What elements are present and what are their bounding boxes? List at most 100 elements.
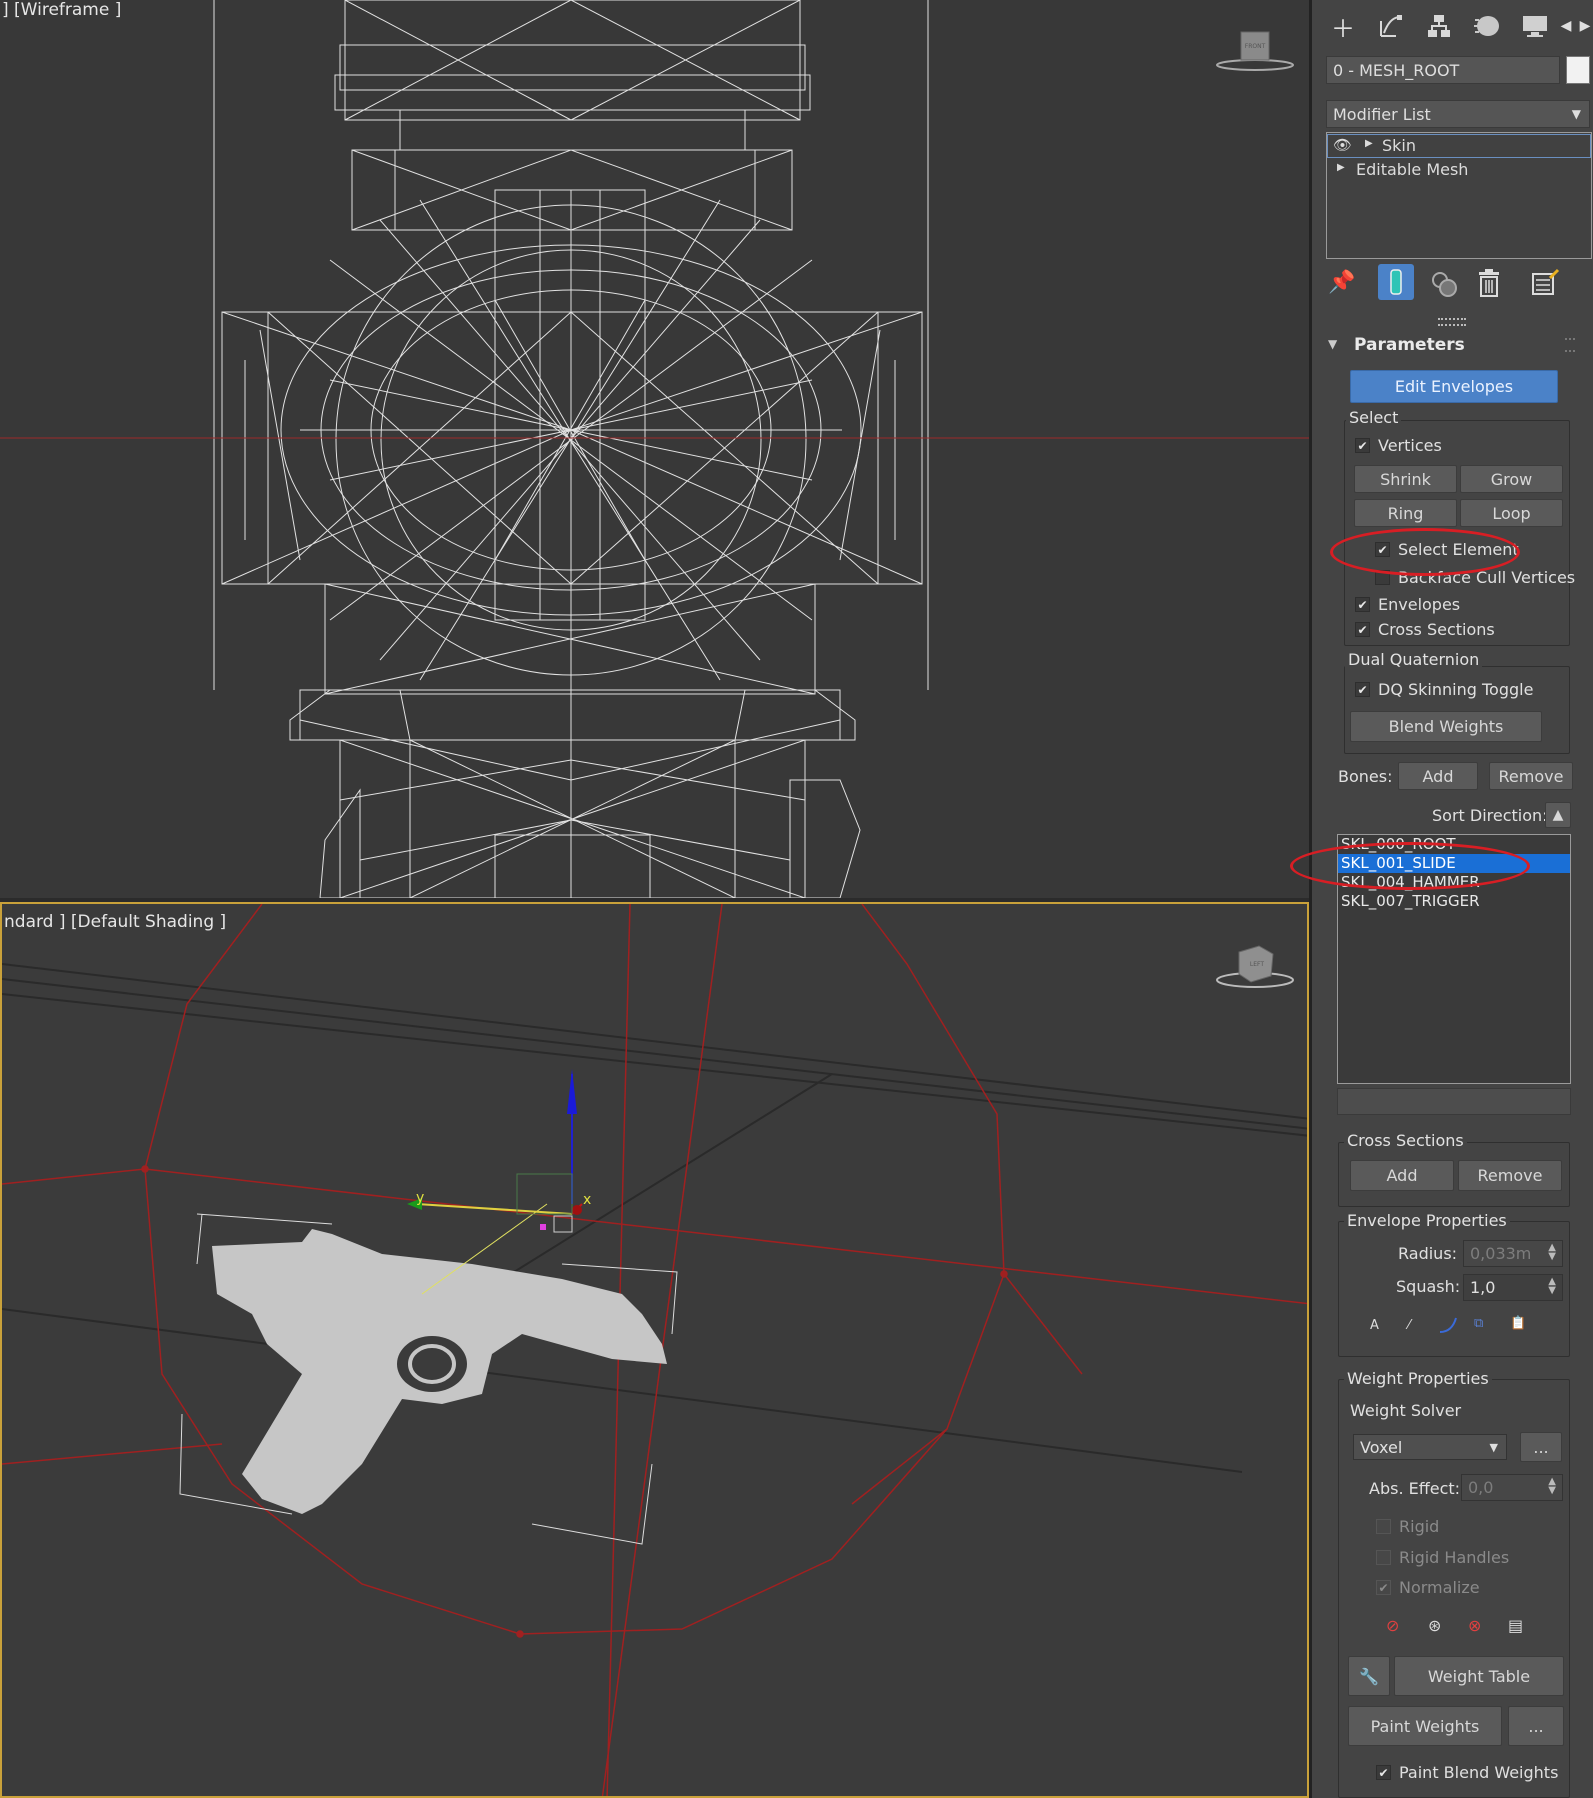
checkbox-box[interactable]: ✔ [1376,1765,1391,1780]
pin-stack-icon[interactable]: 📌 [1328,270,1355,295]
eye-icon[interactable]: 👁 [1333,136,1352,154]
panel-resize-handle[interactable] [1438,318,1466,326]
exclude-verts-icon[interactable]: ⊘ [1386,1616,1399,1635]
abs-effect-spinner[interactable]: 0,0 ▲ ▼ [1461,1474,1563,1501]
object-name-field[interactable]: 0 - MESH_ROOT [1326,56,1560,84]
checkbox-box[interactable]: ✔ [1355,682,1370,697]
copy-envelope-icon[interactable]: ⧉ [1474,1316,1483,1331]
expand-arrow-icon[interactable]: ▶ [1365,138,1373,149]
weight-solver-dropdown[interactable]: Voxel ▼ [1353,1434,1507,1460]
show-end-result-icon[interactable] [1378,264,1414,300]
grow-button[interactable]: Grow [1460,465,1563,493]
hierarchy-icon[interactable] [1422,10,1456,42]
checkbox-box[interactable]: ✔ [1376,1580,1391,1595]
perspective-scene: y x [2,904,1307,1796]
viewport-label-perspective[interactable]: ndard ] [Default Shading ] [4,912,226,932]
normalize-label: Normalize [1399,1578,1480,1597]
paint-blend-weights-checkbox[interactable]: ✔ Paint Blend Weights [1376,1763,1558,1782]
rigid-checkbox[interactable]: Rigid [1376,1517,1439,1536]
checkbox-box[interactable]: ✔ [1355,438,1370,453]
cross-sections-checkbox[interactable]: ✔ Cross Sections [1355,620,1495,639]
annotation-circle [1290,842,1530,890]
weight-tool-button[interactable]: 🔧 [1348,1656,1390,1696]
checkbox-box[interactable] [1376,1550,1391,1565]
object-color-swatch[interactable] [1566,56,1590,84]
top-viewport[interactable]: ] [Wireframe ] FRONT [0,0,1309,898]
dq-skinning-toggle-label: DQ Skinning Toggle [1378,680,1534,699]
modifier-list-label: Modifier List [1333,104,1431,124]
remove-modifier-icon[interactable] [1476,268,1502,302]
modifier-stack-item-skin[interactable]: 👁 ▶ Skin [1327,134,1591,158]
sort-direction-label: Sort Direction: [1432,806,1548,825]
modifier-stack-item-editable-mesh[interactable]: ▶ Editable Mesh [1327,159,1591,183]
loop-button[interactable]: Loop [1460,499,1563,527]
wireframe-mesh [0,0,1309,898]
weight-table-button[interactable]: Weight Table [1394,1656,1564,1696]
modifier-list-dropdown[interactable]: Modifier List ▼ [1326,100,1590,128]
spinner-arrows-icon[interactable]: ▲ ▼ [1548,1243,1556,1262]
spinner-arrows-icon[interactable]: ▲ ▼ [1548,1477,1556,1496]
abs-effect-label: Abs. Effect: [1369,1479,1461,1498]
display-icon[interactable] [1518,10,1552,42]
abs-effect-value: 0,0 [1468,1478,1494,1497]
perspective-viewport[interactable]: y x ndard ] [Default Shading ] LEFT [0,902,1309,1798]
paste-envelope-icon[interactable]: 📋 [1510,1316,1526,1331]
edit-envelopes-button[interactable]: Edit Envelopes [1350,370,1558,403]
envelope-visible-icon[interactable]: ⁄ [1408,1318,1410,1333]
viewport-label-top[interactable]: ] [Wireframe ] [2,0,121,20]
remove-cross-section-button[interactable]: Remove [1458,1160,1562,1191]
radius-value: 0,033m [1470,1244,1532,1263]
envelopes-label: Envelopes [1378,595,1461,614]
rollout-collapse-icon[interactable]: ▼ [1328,337,1337,351]
ring-button[interactable]: Ring [1354,499,1457,527]
checkbox-box[interactable] [1376,1519,1391,1534]
dq-skinning-toggle-checkbox[interactable]: ✔ DQ Skinning Toggle [1355,680,1533,699]
envelopes-checkbox[interactable]: ✔ Envelopes [1355,595,1460,614]
viewcube-label: LEFT [1250,961,1264,968]
squash-spinner[interactable]: 1,0 ▲ ▼ [1463,1274,1563,1301]
paint-options-button[interactable]: ... [1508,1706,1564,1746]
arrow-right-icon[interactable]: ▶ [1575,10,1593,42]
weight-solver-options-button[interactable]: ... [1520,1432,1562,1462]
radius-spinner[interactable]: 0,033m ▲ ▼ [1463,1240,1563,1267]
rollout-drag-handle[interactable] [1565,338,1575,352]
make-unique-icon[interactable] [1430,270,1460,302]
motion-icon[interactable] [1470,10,1504,42]
remove-bone-button[interactable]: Remove [1489,762,1573,790]
modifier-name: Editable Mesh [1356,160,1469,179]
expand-arrow-icon[interactable]: ▶ [1337,162,1345,173]
vertices-checkbox[interactable]: ✔ Vertices [1355,436,1442,455]
viewcube-icon[interactable]: FRONT [1215,28,1295,77]
add-bone-button[interactable]: Add [1398,762,1478,790]
checkbox-box[interactable]: ✔ [1355,622,1370,637]
gizmo-y-label: y [416,1190,424,1206]
modifier-name: Skin [1382,136,1417,155]
modify-icon[interactable] [1374,10,1408,42]
checkbox-box[interactable]: ✔ [1355,597,1370,612]
spinner-arrows-icon[interactable]: ▲ ▼ [1548,1277,1556,1296]
bone-name-field[interactable] [1337,1088,1571,1115]
weight-solver-label: Weight Solver [1350,1401,1462,1420]
bake-weights-icon[interactable]: ▤ [1508,1616,1523,1635]
normalize-checkbox[interactable]: ✔ Normalize [1376,1578,1480,1597]
arrow-left-icon[interactable]: ◀ [1556,10,1576,42]
viewcube-icon[interactable]: LEFT [1215,942,1295,994]
parameters-rollout-title[interactable]: Parameters [1354,335,1465,355]
bone-list-item[interactable]: SKL_007_TRIGGER [1338,892,1570,911]
chevron-down-icon: ▼ [1571,107,1581,121]
blend-weights-button[interactable]: Blend Weights [1350,711,1542,742]
create-icon[interactable]: ＋ [1326,10,1360,43]
rigid-handles-checkbox[interactable]: Rigid Handles [1376,1548,1509,1567]
paint-weights-button[interactable]: Paint Weights [1348,1706,1502,1746]
absolute-icon[interactable]: A [1370,1318,1379,1333]
add-cross-section-button[interactable]: Add [1350,1160,1454,1191]
command-panel: ＋ ◀ ▶ 0 - MESH_ROOT Modifier List ▼ 👁 ▶ … [1309,0,1593,1798]
squash-value: 1,0 [1470,1278,1496,1297]
falloff-icon[interactable] [1438,1314,1460,1340]
select-exclusion-icon[interactable]: ⊗ [1468,1616,1481,1635]
sort-direction-button[interactable]: ▲ [1545,802,1571,828]
configure-modifier-sets-icon[interactable] [1530,268,1560,302]
weight-solver-value: Voxel [1360,1437,1403,1457]
shrink-button[interactable]: Shrink [1354,465,1457,493]
include-verts-icon[interactable]: ⊛ [1428,1616,1441,1635]
